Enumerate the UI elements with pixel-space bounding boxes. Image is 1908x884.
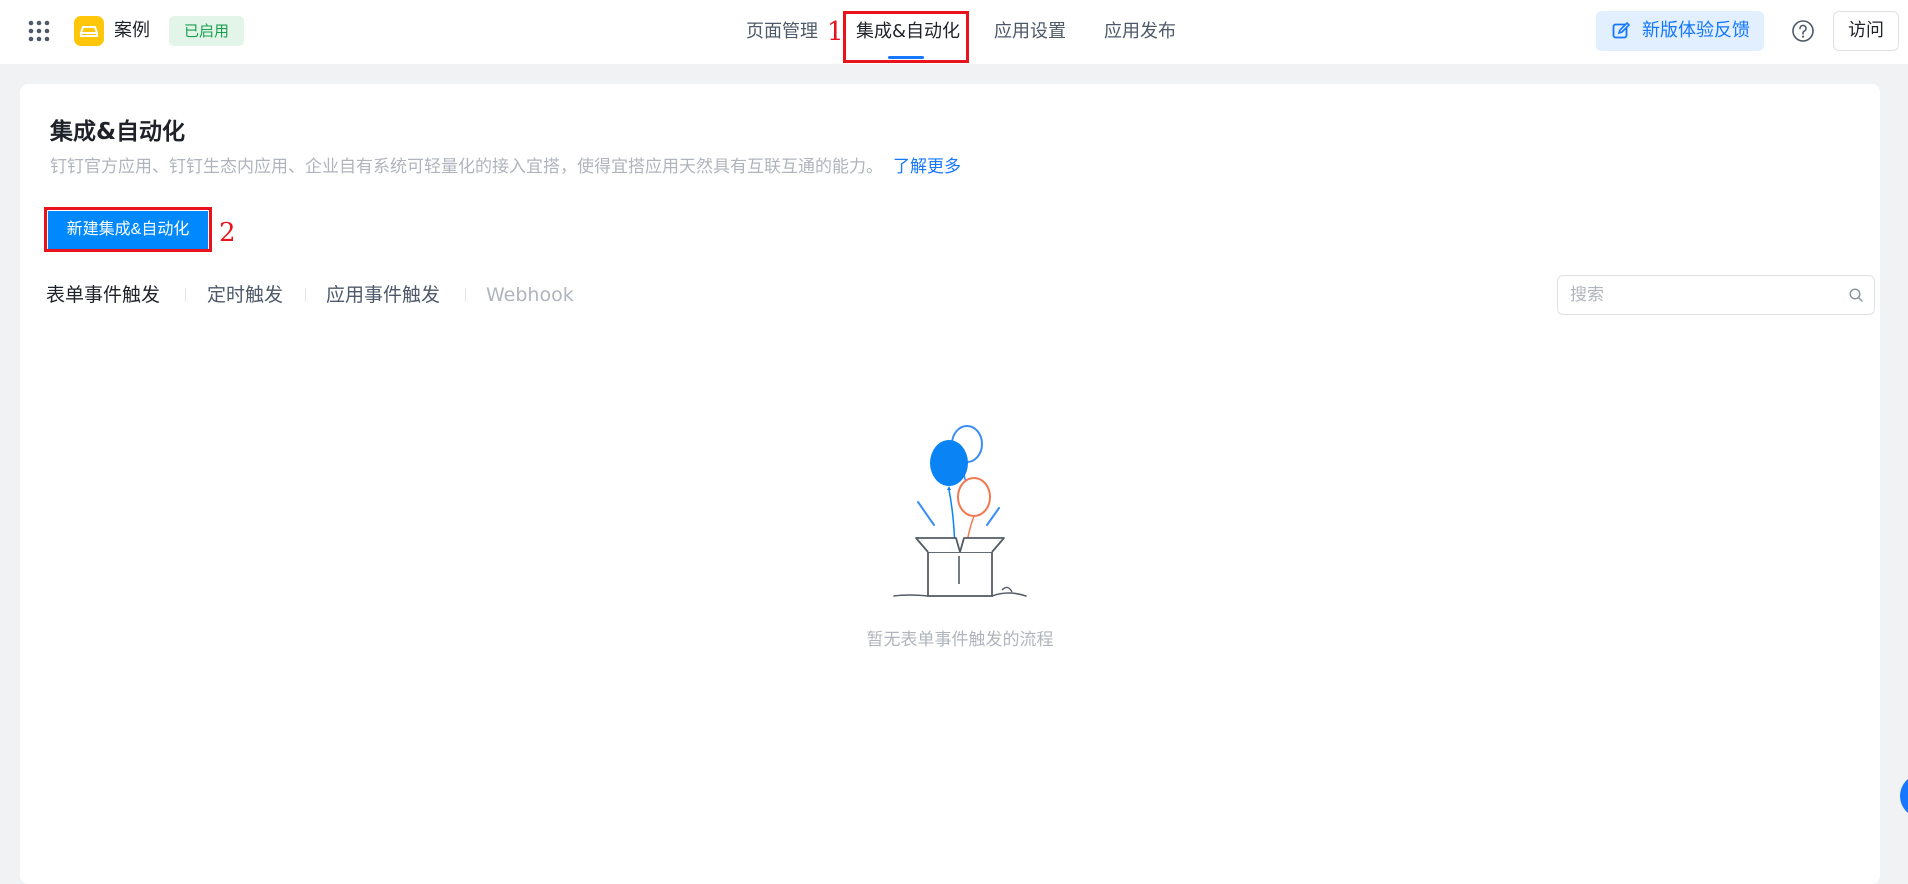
subtab-timed-trigger[interactable]: 定时触发 (207, 282, 283, 308)
annotation-box-2 (44, 207, 212, 252)
tab-app-settings[interactable]: 应用设置 (994, 19, 1066, 45)
learn-more-link[interactable]: 了解更多 (893, 157, 961, 177)
floating-help-button[interactable] (1900, 774, 1908, 818)
balloon-box-illustration (893, 425, 1027, 597)
edit-icon (1612, 22, 1630, 39)
status-badge: 已启用 (169, 16, 244, 46)
subtab-form-event-trigger[interactable]: 表单事件触发 (46, 282, 160, 308)
subtab-webhook[interactable]: Webhook (486, 282, 574, 308)
annotation-number-1: 1 (827, 17, 844, 47)
feedback-label: 新版体验反馈 (1642, 20, 1750, 41)
description-text: 钉钉官方应用、钉钉生态内应用、企业自有系统可轻量化的接入宜搭，使得宜搭应用天然具… (50, 157, 883, 177)
tab-divider (465, 288, 466, 302)
annotation-box-1 (843, 11, 969, 63)
empty-state-text: 暂无表单事件触发的流程 (866, 630, 1054, 650)
feedback-button[interactable]: 新版体验反馈 (1596, 11, 1764, 51)
help-icon[interactable] (1791, 19, 1815, 43)
tab-divider (305, 288, 306, 302)
visit-button[interactable]: 访问 (1833, 11, 1899, 51)
page-title: 集成&自动化 (50, 119, 186, 145)
search-input[interactable] (1570, 276, 1830, 314)
tab-app-publish[interactable]: 应用发布 (1104, 19, 1176, 45)
annotation-number-2: 2 (219, 218, 236, 248)
search-icon[interactable] (1848, 287, 1864, 303)
grid-menu-icon[interactable] (28, 20, 50, 42)
subtab-app-event-trigger[interactable]: 应用事件触发 (326, 282, 440, 308)
page-description: 钉钉官方应用、钉钉生态内应用、企业自有系统可轻量化的接入宜搭，使得宜搭应用天然具… (50, 155, 961, 179)
tab-divider (185, 288, 186, 302)
tab-page-management[interactable]: 页面管理 (746, 19, 818, 45)
app-name: 案例 (114, 20, 150, 41)
search-box (1557, 275, 1875, 315)
app-logo-icon (74, 16, 104, 46)
